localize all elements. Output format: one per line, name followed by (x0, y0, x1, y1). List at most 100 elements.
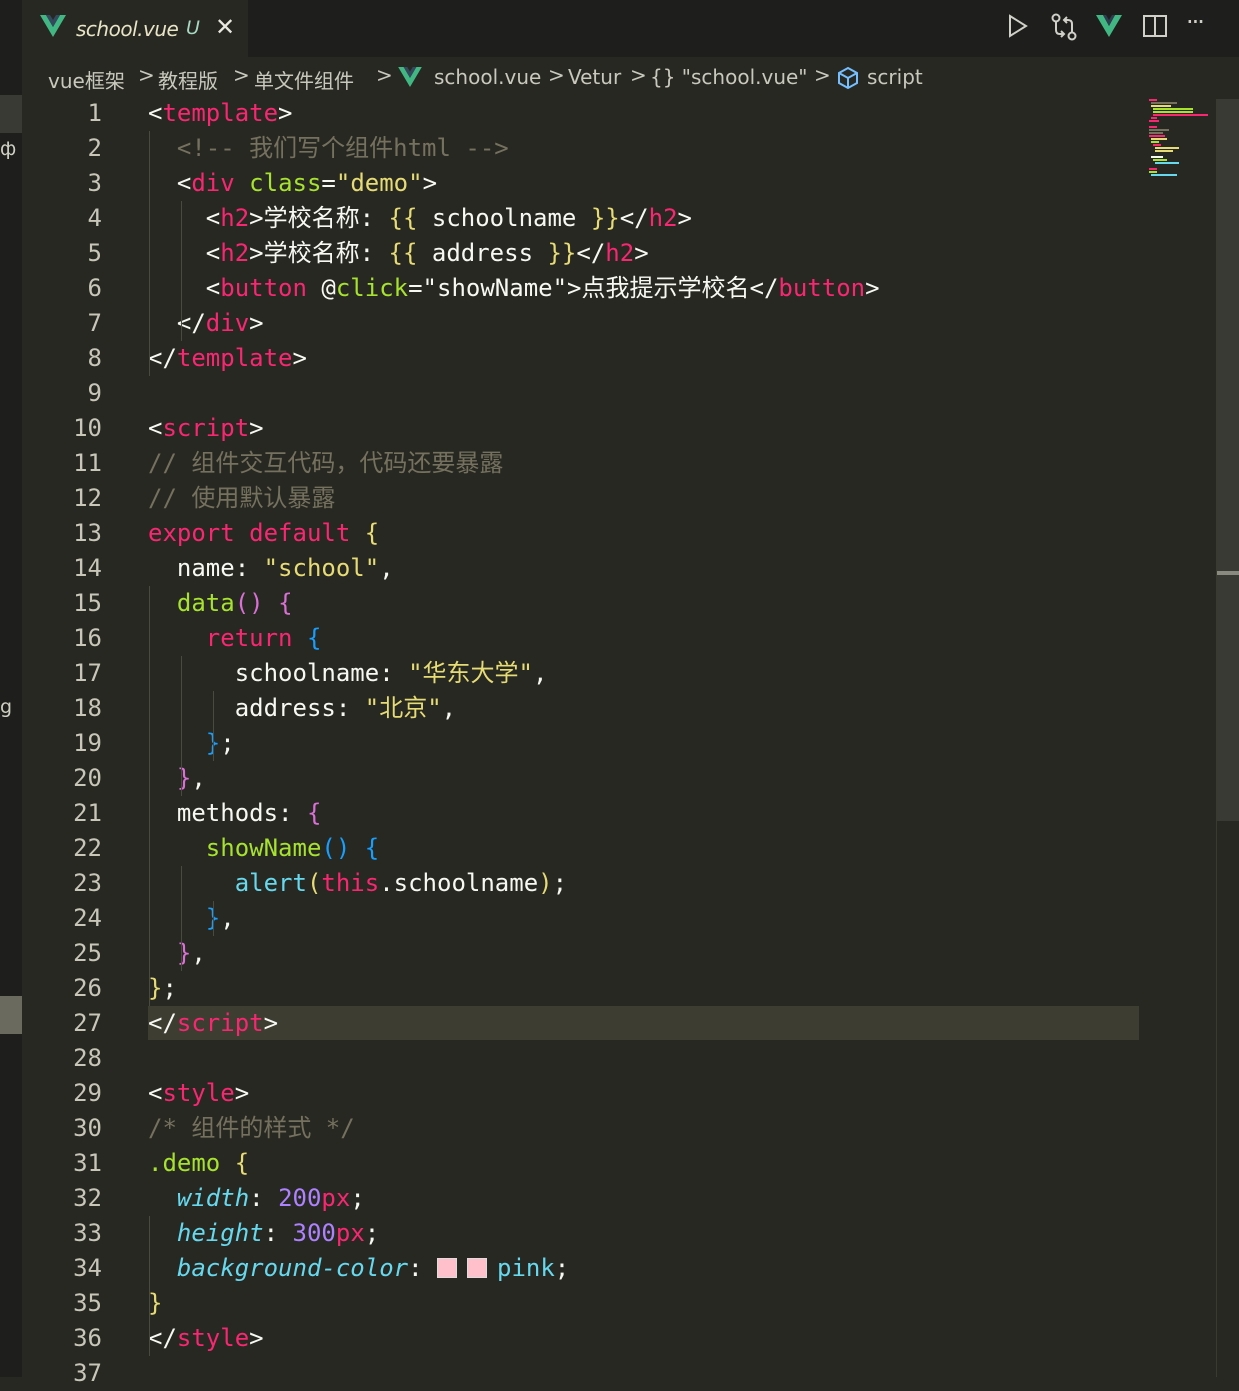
code-line[interactable]: 22 showName() { (22, 831, 1152, 866)
code-line[interactable]: 28 (22, 1041, 1152, 1076)
code-text[interactable]: data() { (148, 586, 293, 621)
code-line[interactable]: 11 // 组件交互代码，代码还要暴露 (22, 446, 1152, 481)
scrollbar-thumb[interactable] (1217, 99, 1239, 821)
code-text[interactable]: <h2>学校名称: {{ schoolname }}</h2> (148, 201, 692, 236)
breadcrumb-item-sfc[interactable]: 单文件组件 (254, 65, 354, 94)
code-text[interactable]: address: "北京", (148, 691, 456, 726)
code-text[interactable]: height: 300px; (148, 1216, 379, 1251)
code-text[interactable]: return { (148, 621, 322, 656)
code-line[interactable]: 5 <h2>学校名称: {{ address }}</h2> (22, 236, 1152, 271)
split-editor-icon[interactable] (1142, 12, 1168, 40)
code-line[interactable]: 20 }, (22, 761, 1152, 796)
code-line[interactable]: 24 }, (22, 901, 1152, 936)
code-text[interactable]: <template> (148, 96, 293, 131)
code-text[interactable]: <script> (148, 411, 264, 446)
run-icon[interactable] (1006, 12, 1030, 40)
code-text[interactable]: <!-- 我们写个组件html --> (148, 131, 509, 166)
breadcrumb-item-vue[interactable]: vue框架 (48, 65, 125, 94)
code-line[interactable]: 32 width: 200px; (22, 1181, 1152, 1216)
code-line[interactable]: 15 data() { (22, 586, 1152, 621)
code-line[interactable]: 30 /* 组件的样式 */ (22, 1111, 1152, 1146)
line-number: 35 (73, 1289, 102, 1317)
code-line[interactable]: 36 </style> (22, 1321, 1152, 1356)
indent-guide (149, 1216, 150, 1356)
code-text[interactable]: // 组件交互代码，代码还要暴露 (148, 446, 503, 481)
breadcrumb-item-file[interactable]: school.vue (434, 65, 541, 89)
code-text[interactable]: showName() { (148, 831, 379, 866)
code-text[interactable]: }, (148, 761, 206, 796)
code-line[interactable]: 37 (22, 1356, 1152, 1391)
vue-devtools-icon[interactable] (1094, 12, 1124, 40)
code-text[interactable]: <button @click="showName">点我提示学校名</butto… (148, 271, 880, 306)
code-line[interactable]: 17 schoolname: "华东大学", (22, 656, 1152, 691)
code-text[interactable]: width: 200px; (148, 1181, 365, 1216)
code-token: script (176, 1009, 264, 1037)
code-line[interactable]: 14 name: "school", (22, 551, 1152, 586)
code-text[interactable]: <style> (148, 1076, 249, 1111)
code-line[interactable]: 25 }, (22, 936, 1152, 971)
code-text[interactable]: <div class="demo"> (148, 166, 437, 201)
code-line[interactable]: 18 address: "北京", (22, 691, 1152, 726)
close-icon[interactable]: ✕ (212, 13, 238, 41)
code-line[interactable]: 31 .demo { (22, 1146, 1152, 1181)
scrollbar-position-marker (1217, 571, 1239, 575)
more-actions-icon[interactable]: ··· (1186, 8, 1205, 36)
code-line[interactable]: 4 <h2>学校名称: {{ schoolname }}</h2> (22, 201, 1152, 236)
code-editor[interactable]: 1 <template> 2 <!-- 我们写个组件html --> 3 <div c… (22, 96, 1239, 1387)
line-number: 1 (87, 99, 102, 127)
code-token: schoolname (417, 204, 591, 232)
color-swatch[interactable] (467, 1258, 487, 1278)
breadcrumb-item-script[interactable]: script (867, 65, 923, 89)
code-line[interactable]: 10 <script> (22, 411, 1152, 446)
tab-school-vue[interactable]: school.vue U ✕ (22, 0, 248, 57)
code-text[interactable]: .demo { (148, 1146, 249, 1181)
code-token: >学校名称: (249, 239, 389, 267)
code-text[interactable]: }, (148, 901, 235, 936)
code-text[interactable]: export default { (148, 516, 379, 551)
code-line[interactable]: 12 // 使用默认暴露 (22, 481, 1152, 516)
code-line[interactable]: 23 alert(this.schoolname); (22, 866, 1152, 901)
code-text[interactable]: </template> (148, 341, 307, 376)
compare-changes-icon[interactable] (1050, 12, 1078, 42)
code-text[interactable]: </style> (148, 1321, 264, 1356)
code-line[interactable]: 19 }; (22, 726, 1152, 761)
code-line[interactable]: 27 </script> (22, 1006, 1152, 1041)
code-line[interactable]: 1 <template> (22, 96, 1152, 131)
breadcrumb-separator: > (376, 63, 393, 87)
code-token: methods: (148, 799, 307, 827)
code-text[interactable]: background-color: pink; (148, 1251, 569, 1286)
code-text[interactable]: <h2>学校名称: {{ address }}</h2> (148, 236, 649, 271)
code-line[interactable]: 34 background-color: pink; (22, 1251, 1152, 1286)
color-swatch[interactable] (437, 1258, 457, 1278)
code-line[interactable]: 2 <!-- 我们写个组件html --> (22, 131, 1152, 166)
line-number: 14 (73, 554, 102, 582)
code-line[interactable]: 26}; (22, 971, 1152, 1006)
breadcrumb-item-document[interactable]: {} "school.vue" (650, 65, 808, 89)
code-line[interactable]: 6 <button @click="showName">点我提示学校名</but… (22, 271, 1152, 306)
code-line[interactable]: 8 </template> (22, 341, 1152, 376)
code-token: px (335, 1219, 365, 1247)
code-line[interactable]: 9 (22, 376, 1152, 411)
code-text[interactable]: }; (148, 971, 177, 1006)
code-line[interactable]: 7 </div> (22, 306, 1152, 341)
code-text[interactable]: schoolname: "华东大学", (148, 656, 548, 691)
code-text[interactable]: methods: { (148, 796, 322, 831)
code-text[interactable]: </div> (148, 306, 264, 341)
code-text[interactable]: name: "school", (148, 551, 394, 586)
code-line[interactable]: 16 return { (22, 621, 1152, 656)
code-line[interactable]: 33 height: 300px; (22, 1216, 1152, 1251)
code-text[interactable]: }, (148, 936, 206, 971)
code-line[interactable]: 13 export default { (22, 516, 1152, 551)
code-text[interactable]: /* 组件的样式 */ (148, 1111, 355, 1146)
breadcrumb-item-tutorial[interactable]: 教程版 (158, 65, 218, 94)
code-text[interactable]: </script> (148, 1006, 278, 1041)
code-line[interactable]: 21 methods: { (22, 796, 1152, 831)
code-text[interactable]: }; (148, 726, 235, 761)
code-line[interactable]: 3 <div class="demo"> (22, 166, 1152, 201)
code-line[interactable]: 35} (22, 1286, 1152, 1321)
code-line[interactable]: 29 <style> (22, 1076, 1152, 1111)
code-text[interactable]: // 使用默认暴露 (148, 481, 335, 516)
breadcrumb-item-vetur[interactable]: Vetur (568, 65, 621, 89)
code-text[interactable]: } (148, 1286, 162, 1321)
code-text[interactable]: alert(this.schoolname); (148, 866, 567, 901)
